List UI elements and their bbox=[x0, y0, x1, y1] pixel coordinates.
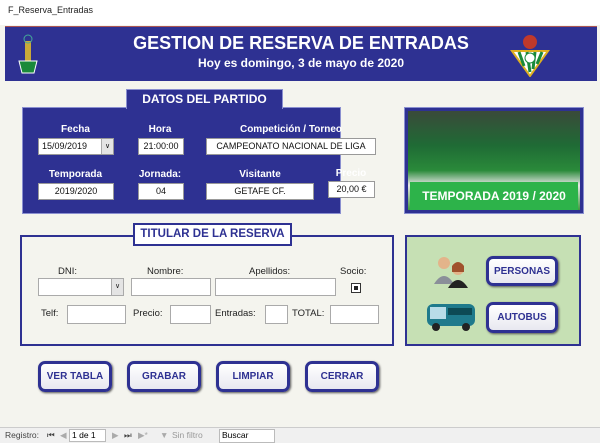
team-photo-panel: TEMPORADA 2019 / 2020 bbox=[404, 107, 584, 214]
next-record-icon[interactable]: ▶ bbox=[112, 430, 119, 441]
precio-label: Precio: bbox=[133, 308, 163, 319]
apellidos-input[interactable] bbox=[215, 278, 336, 296]
page-title: GESTION DE RESERVA DE ENTRADAS bbox=[133, 33, 469, 53]
chevron-down-icon[interactable]: ∨ bbox=[101, 139, 113, 154]
previous-record-icon[interactable]: ◀ bbox=[60, 430, 67, 441]
hora-label: Hora bbox=[148, 124, 172, 135]
date-subtitle: Hoy es domingo, 3 de mayo de 2020 bbox=[197, 56, 405, 70]
ver-tabla-button[interactable]: VER TABLA bbox=[38, 361, 112, 392]
hora-field[interactable]: 21:00:00 bbox=[138, 138, 184, 155]
window-title: F_Reserva_Entradas bbox=[0, 0, 600, 25]
visitante-field[interactable]: GETAFE CF. bbox=[206, 183, 314, 200]
grabar-button[interactable]: GRABAR bbox=[127, 361, 201, 392]
jornada-field[interactable]: 04 bbox=[138, 183, 184, 200]
entradas-label: Entradas: bbox=[215, 308, 256, 319]
apellidos-label: Apellidos: bbox=[249, 266, 291, 277]
fecha-label: Fecha bbox=[61, 124, 90, 135]
limpiar-button[interactable]: LIMPIAR bbox=[216, 361, 290, 392]
chevron-down-icon[interactable]: ∨ bbox=[111, 279, 123, 295]
fecha-value: 15/09/2019 bbox=[42, 141, 88, 151]
nombre-input[interactable] bbox=[131, 278, 211, 296]
precio-partido-field[interactable]: 20,00 € bbox=[328, 181, 375, 198]
precio-partido-label: Precio bbox=[335, 168, 367, 179]
photo-caption: TEMPORADA 2019 / 2020 bbox=[410, 182, 578, 210]
temporada-field[interactable]: 2019/2020 bbox=[38, 183, 114, 200]
registro-label: Registro: bbox=[5, 430, 40, 440]
titular-title: TITULAR DE LA RESERVA bbox=[133, 223, 292, 246]
total-label: TOTAL: bbox=[292, 308, 325, 319]
visitante-label: Visitante bbox=[239, 169, 281, 180]
dni-label: DNI: bbox=[58, 266, 77, 277]
precio-input[interactable] bbox=[170, 305, 211, 324]
dni-combo[interactable]: ∨ bbox=[38, 278, 124, 296]
temporada-label: Temporada bbox=[48, 169, 103, 180]
filter-icon[interactable]: ▼ bbox=[160, 430, 168, 440]
bus-icon bbox=[424, 300, 478, 332]
jornada-label: Jornada: bbox=[138, 169, 182, 180]
filter-status[interactable]: Sin filtro bbox=[172, 430, 203, 440]
search-input[interactable]: Buscar bbox=[219, 429, 275, 443]
competicion-field[interactable]: CAMPEONATO NACIONAL DE LIGA bbox=[206, 138, 376, 155]
total-input[interactable] bbox=[330, 305, 379, 324]
socio-label: Socio: bbox=[340, 266, 367, 277]
last-record-icon[interactable]: ⏭ bbox=[124, 430, 132, 441]
betis-crest-icon bbox=[510, 33, 550, 78]
competicion-label: Competición / Torneo bbox=[239, 124, 343, 135]
socio-checkbox[interactable] bbox=[351, 283, 361, 293]
entradas-input[interactable] bbox=[265, 305, 288, 324]
datos-partido-title: DATOS DEL PARTIDO bbox=[126, 89, 283, 109]
autobus-button[interactable]: AUTOBUS bbox=[486, 302, 558, 333]
record-number-input[interactable]: 1 de 1 bbox=[69, 429, 106, 442]
first-record-icon[interactable]: ⏮ bbox=[47, 430, 55, 441]
header-banner: GESTION DE RESERVA DE ENTRADAS Hoy es do… bbox=[5, 26, 597, 81]
personas-button[interactable]: PERSONAS bbox=[486, 256, 558, 286]
record-navigation-bar: Registro: ⏮ ◀ 1 de 1 ▶ ⏭ ▶* ▼ Sin filtro… bbox=[0, 427, 600, 443]
fecha-combo[interactable]: 15/09/2019 ∨ bbox=[38, 138, 114, 155]
telf-input[interactable] bbox=[67, 305, 126, 324]
people-icon bbox=[432, 254, 472, 288]
nombre-label: Nombre: bbox=[147, 266, 184, 277]
telf-label: Telf: bbox=[41, 308, 59, 319]
new-record-icon[interactable]: ▶* bbox=[138, 430, 148, 441]
cerrar-button[interactable]: CERRAR bbox=[305, 361, 379, 392]
team-photo: TEMPORADA 2019 / 2020 bbox=[408, 111, 580, 210]
